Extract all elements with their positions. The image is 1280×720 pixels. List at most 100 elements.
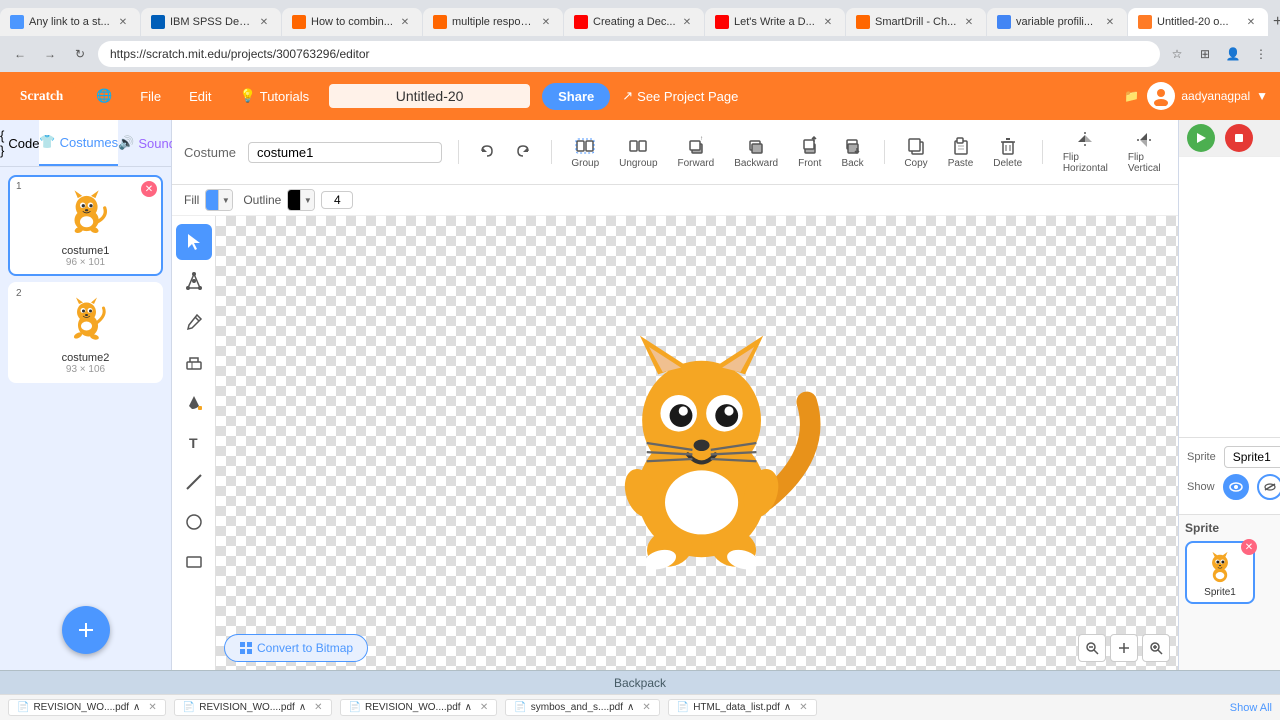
erase-tool[interactable]	[176, 344, 212, 380]
tab-close-2[interactable]: ✕	[257, 15, 271, 29]
tab-close-5[interactable]: ✕	[680, 15, 694, 29]
browser-tab-1[interactable]: Any link to a st... ✕	[0, 8, 140, 36]
line-tool[interactable]	[176, 464, 212, 500]
sprite-card-1[interactable]: ✕	[1185, 541, 1255, 604]
circle-tool[interactable]	[176, 504, 212, 540]
costume-item-1[interactable]: 1 ✕	[8, 175, 163, 276]
download-item-3[interactable]: 📄 REVISION_WO....pdf ∧ ✕	[340, 699, 498, 716]
folder-icon[interactable]: 📁	[1124, 89, 1139, 103]
zoom-in-button[interactable]	[1142, 634, 1170, 662]
browser-tab-6[interactable]: Let's Write a D... ✕	[705, 8, 845, 36]
fill-tool[interactable]	[176, 384, 212, 420]
bookmark-icon[interactable]: ☆	[1166, 43, 1188, 65]
browser-tab-7[interactable]: SmartDrill - Ch... ✕	[846, 8, 986, 36]
browser-tab-4[interactable]: multiple respon... ✕	[423, 8, 563, 36]
globe-button[interactable]: 🌐	[88, 84, 120, 108]
download-label-4: symbos_and_s....pdf	[531, 702, 623, 713]
tab-code[interactable]: { } Code	[0, 120, 39, 166]
flip-vertical-button[interactable]: Flip Vertical	[1124, 128, 1166, 176]
tab-close-7[interactable]: ✕	[962, 15, 976, 29]
refresh-button[interactable]: ↻	[68, 42, 92, 66]
forward-button[interactable]: →	[38, 42, 62, 66]
convert-to-bitmap-button[interactable]: Convert to Bitmap	[224, 634, 368, 662]
sprite-name-input[interactable]	[1224, 446, 1280, 468]
tab-close-6[interactable]: ✕	[821, 15, 835, 29]
select-tool[interactable]	[176, 224, 212, 260]
zoom-reset-icon	[1117, 641, 1131, 655]
sprite-drawing	[537, 283, 857, 603]
browser-tab-8[interactable]: variable profili... ✕	[987, 8, 1127, 36]
url-bar[interactable]: https://scratch.mit.edu/projects/3007632…	[98, 41, 1160, 67]
tab-close-1[interactable]: ✕	[116, 15, 130, 29]
edit-menu-button[interactable]: Edit	[181, 85, 219, 108]
download-close-3[interactable]: ✕	[480, 702, 488, 713]
browser-tab-3[interactable]: How to combin... ✕	[282, 8, 422, 36]
canvas-background[interactable]	[216, 216, 1178, 670]
outline-size-input[interactable]	[321, 191, 353, 209]
share-button[interactable]: Share	[542, 83, 610, 110]
profile-icon[interactable]: 👤	[1222, 43, 1244, 65]
browser-tab-5[interactable]: Creating a Dec... ✕	[564, 8, 704, 36]
paste-button[interactable]: Paste	[944, 134, 978, 171]
flip-horizontal-button[interactable]: Flip Horizontal	[1059, 128, 1112, 176]
text-tool[interactable]: T	[176, 424, 212, 460]
zoom-out-button[interactable]	[1078, 634, 1106, 662]
green-flag-button[interactable]	[1187, 124, 1215, 152]
download-item-5[interactable]: 📄 HTML_data_list.pdf ∧ ✕	[668, 699, 817, 716]
browser-tab-active[interactable]: Untitled-20 o... ✕	[1128, 8, 1268, 36]
stage-sprite-preview	[1249, 197, 1280, 397]
download-item-1[interactable]: 📄 REVISION_WO....pdf ∧ ✕	[8, 699, 166, 716]
outline-color-picker[interactable]: ▼	[287, 189, 315, 211]
download-item-2[interactable]: 📄 REVISION_WO....pdf ∧ ✕	[174, 699, 332, 716]
show-all-button[interactable]: Show All	[1230, 702, 1272, 714]
front-button[interactable]: Front	[794, 134, 825, 171]
back-button[interactable]: ←	[8, 42, 32, 66]
undo-button[interactable]	[475, 141, 499, 163]
download-item-4[interactable]: 📄 symbos_and_s....pdf ∧ ✕	[505, 699, 659, 716]
sprite-card-delete[interactable]: ✕	[1241, 539, 1257, 555]
reshape-tool[interactable]	[176, 264, 212, 300]
backpack-bar[interactable]: Backpack	[0, 670, 1280, 694]
show-hidden-button[interactable]	[1257, 474, 1280, 500]
tab-close-3[interactable]: ✕	[398, 15, 412, 29]
extension-icon[interactable]: ⊞	[1194, 43, 1216, 65]
download-close-2[interactable]: ✕	[314, 702, 322, 713]
see-project-button[interactable]: ↗ See Project Page	[622, 88, 738, 104]
download-close-4[interactable]: ✕	[642, 702, 650, 713]
redo-button[interactable]	[511, 141, 535, 163]
group-button[interactable]: Group	[567, 134, 603, 171]
costume-name-input[interactable]	[248, 142, 442, 163]
download-close-1[interactable]: ✕	[148, 702, 156, 713]
tab-close-active[interactable]: ✕	[1244, 15, 1258, 29]
add-costume-button[interactable]	[62, 606, 110, 654]
scratch-logo[interactable]: Scratch	[12, 82, 76, 110]
back-button[interactable]: Back	[837, 134, 867, 171]
zoom-reset-button[interactable]	[1110, 634, 1138, 662]
new-tab-button[interactable]: +	[1273, 8, 1280, 36]
ungroup-button[interactable]: Ungroup	[615, 134, 661, 171]
tab-costumes[interactable]: 👕 Costumes	[39, 120, 118, 166]
delete-button[interactable]: Delete	[989, 134, 1026, 171]
stop-button[interactable]	[1225, 124, 1253, 152]
project-name-input[interactable]	[329, 84, 530, 108]
download-close-5[interactable]: ✕	[799, 702, 807, 713]
tab-label-active: Untitled-20 o...	[1157, 16, 1240, 28]
tab-close-8[interactable]: ✕	[1103, 15, 1117, 29]
file-menu-button[interactable]: File	[132, 85, 169, 108]
fill-color-picker[interactable]: ▼	[205, 189, 233, 211]
costume-item-2[interactable]: 2	[8, 282, 163, 383]
backward-button[interactable]: ↓ Backward	[730, 134, 782, 171]
user-menu-button[interactable]: aadyanagpal ▼	[1147, 82, 1268, 110]
show-visible-button[interactable]	[1223, 474, 1249, 500]
tab-label-7: SmartDrill - Ch...	[875, 16, 958, 28]
menu-icon[interactable]: ⋮	[1250, 43, 1272, 65]
forward-button[interactable]: ↑ Forward	[674, 134, 719, 171]
tab-close-4[interactable]: ✕	[539, 15, 553, 29]
tutorials-button[interactable]: 💡 Tutorials	[232, 84, 318, 108]
rect-tool[interactable]	[176, 544, 212, 580]
browser-tab-2[interactable]: IBM SPSS Dec... ✕	[141, 8, 281, 36]
pencil-tool[interactable]	[176, 304, 212, 340]
file-menu-label: File	[140, 89, 161, 104]
copy-button[interactable]: Copy	[900, 134, 931, 171]
costume-delete-1[interactable]: ✕	[141, 181, 157, 197]
